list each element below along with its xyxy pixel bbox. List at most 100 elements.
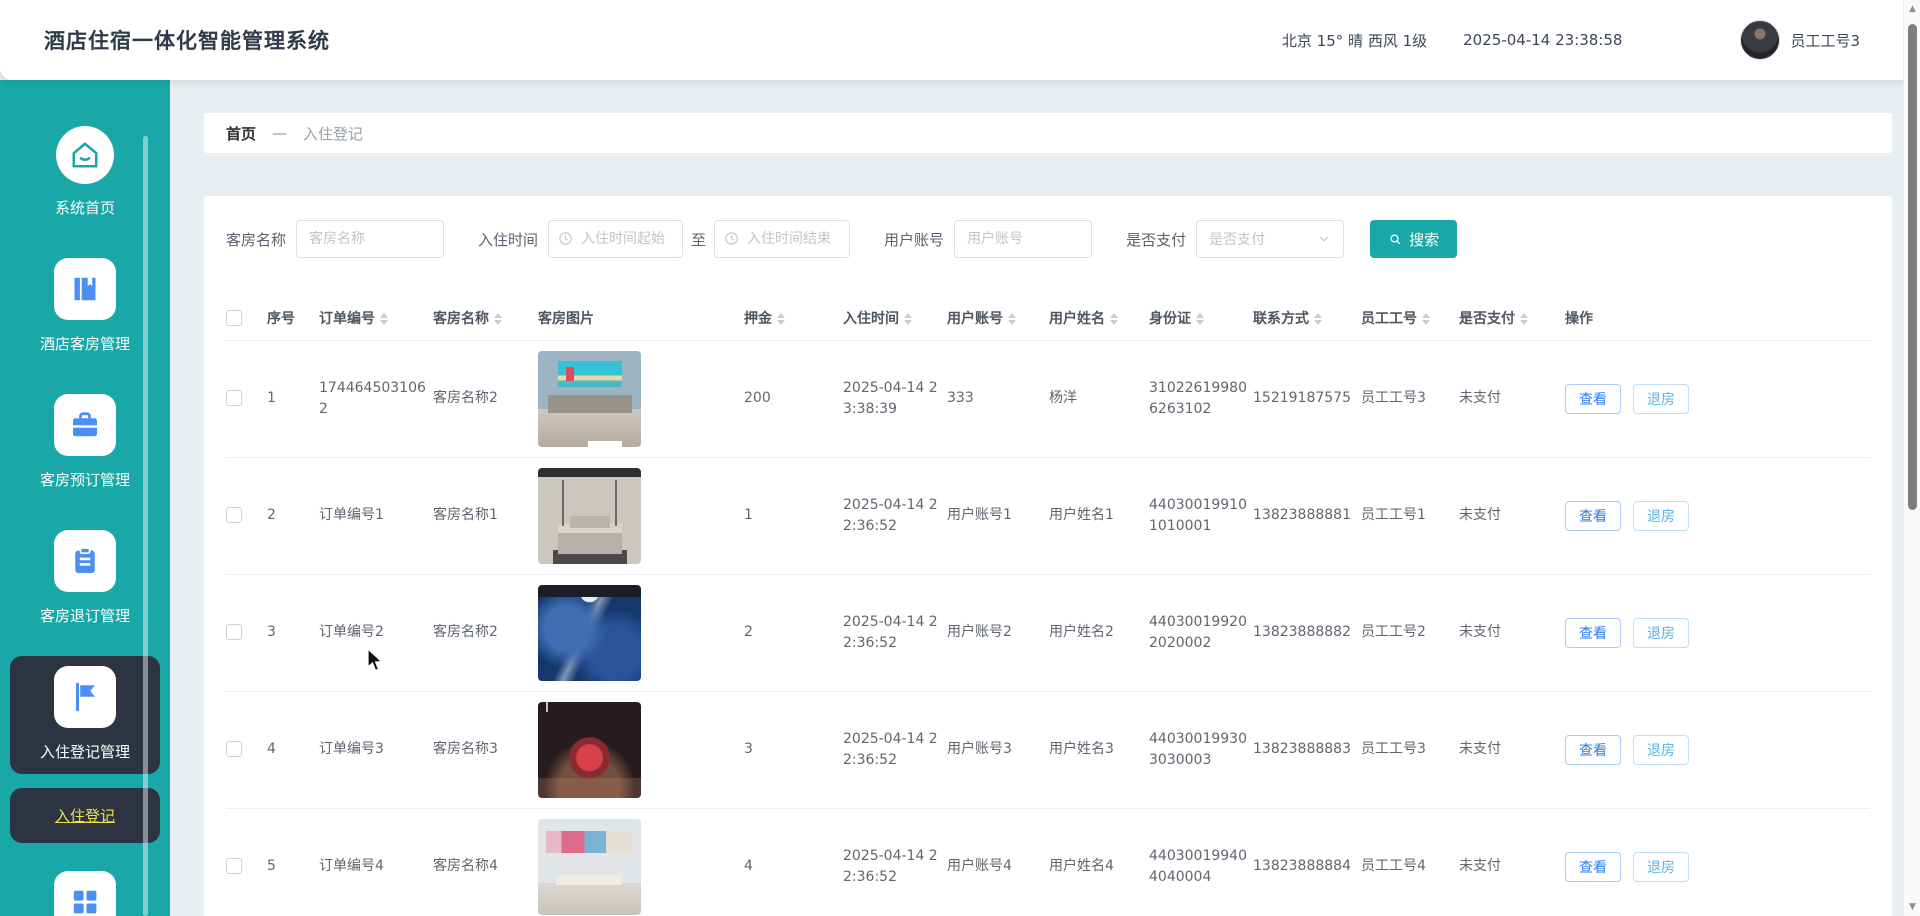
sort-caret-icon[interactable] <box>1196 313 1204 325</box>
table-row: 2订单编号1客房名称112025-04-14 22:36:52用户账号1用户姓名… <box>226 457 1870 574</box>
pay-status-select[interactable]: 是否支付 <box>1196 220 1344 258</box>
row-checkbox[interactable] <box>226 507 242 523</box>
column-header-id_card[interactable]: 身份证 <box>1149 296 1253 340</box>
cell-id_card: 440300199303030003 <box>1149 691 1253 808</box>
breadcrumb-home[interactable]: 首页 <box>226 123 256 144</box>
checkout-button[interactable]: 退房 <box>1633 618 1689 648</box>
column-header-checkin_time[interactable]: 入住时间 <box>843 296 947 340</box>
view-button[interactable]: 查看 <box>1565 852 1621 882</box>
view-button[interactable]: 查看 <box>1565 735 1621 765</box>
cell-staff_no: 员工工号1 <box>1361 457 1459 574</box>
account-input[interactable] <box>954 220 1092 258</box>
column-header-label: 押金 <box>744 311 772 327</box>
sort-caret-icon[interactable] <box>1520 313 1528 325</box>
view-button[interactable]: 查看 <box>1565 501 1621 531</box>
column-header-order_no[interactable]: 订单编号 <box>319 296 433 340</box>
column-header-deposit[interactable]: 押金 <box>744 296 843 340</box>
row-checkbox[interactable] <box>226 624 242 640</box>
column-header-label: 用户姓名 <box>1049 311 1105 327</box>
room-photo-blue-pool[interactable] <box>538 585 641 681</box>
scrollbar-thumb[interactable] <box>1908 24 1917 510</box>
user-avatar[interactable] <box>1740 20 1780 60</box>
cell-id_card: 310226199806263102 <box>1149 340 1253 457</box>
room-photo-pink-art-bedroom[interactable] <box>538 819 641 915</box>
sort-caret-icon[interactable] <box>1314 313 1322 325</box>
sort-caret-icon[interactable] <box>1110 313 1118 325</box>
sidebar-item-room-reservation[interactable]: 客房预订管理 <box>10 384 160 502</box>
row-checkbox-cell <box>226 574 267 691</box>
checkin-end-field[interactable] <box>714 220 850 258</box>
sort-caret-icon[interactable] <box>904 313 912 325</box>
view-button[interactable]: 查看 <box>1565 618 1621 648</box>
column-header-phone[interactable]: 联系方式 <box>1253 296 1361 340</box>
user-name[interactable]: 员工工号3 <box>1790 30 1860 51</box>
sidebar-item-room-cancellation[interactable]: 客房退订管理 <box>10 520 160 638</box>
checkout-button[interactable]: 退房 <box>1633 501 1689 531</box>
checkout-button[interactable]: 退房 <box>1633 735 1689 765</box>
row-checkbox[interactable] <box>226 390 242 406</box>
sidebar-subitem-checkin[interactable]: 入住登记 <box>10 788 160 843</box>
sidebar-item-home[interactable]: 系统首页 <box>10 116 160 230</box>
cell-room_name: 客房名称4 <box>433 808 538 916</box>
column-header-label: 员工工号 <box>1361 311 1417 327</box>
scrollbar-up-arrow[interactable]: ▲ <box>1904 4 1920 14</box>
column-header-pay_status[interactable]: 是否支付 <box>1459 296 1565 340</box>
select-all-checkbox[interactable] <box>226 310 242 326</box>
cell-actions: 查看退房 <box>1565 691 1870 808</box>
cell-pay_status: 未支付 <box>1459 808 1565 916</box>
cell-phone: 13823888884 <box>1253 808 1361 916</box>
cell-photo <box>538 574 744 691</box>
column-header-label: 客房图片 <box>538 311 594 327</box>
checkout-button[interactable]: 退房 <box>1633 852 1689 882</box>
search-button-label: 搜索 <box>1409 229 1439 250</box>
cell-deposit: 4 <box>744 808 843 916</box>
column-header-room_name[interactable]: 客房名称 <box>433 296 538 340</box>
sidebar-item-hotel-room[interactable]: 酒店客房管理 <box>10 248 160 366</box>
cell-phone: 13823888881 <box>1253 457 1361 574</box>
sort-caret-icon[interactable] <box>494 313 502 325</box>
scrollbar-down-arrow[interactable]: ▼ <box>1904 902 1920 912</box>
sidebar-item-checkin-registration[interactable]: 入住登记管理 <box>10 656 160 774</box>
checkin-start-field[interactable] <box>548 220 683 258</box>
checkout-button[interactable]: 退房 <box>1633 384 1689 414</box>
room-photo-red-banquet-room[interactable] <box>538 702 641 798</box>
row-checkbox[interactable] <box>226 858 242 874</box>
grid-icon <box>54 871 116 916</box>
column-header-label: 订单编号 <box>319 311 375 327</box>
chevron-down-icon <box>1317 232 1331 246</box>
sidebar-item-checkout-info[interactable]: 退房信息管理 <box>10 861 160 916</box>
page-scrollbar[interactable]: ▲ ▼ <box>1903 0 1920 916</box>
row-checkbox[interactable] <box>226 741 242 757</box>
search-button[interactable]: 搜索 <box>1370 220 1457 258</box>
checkin-time-label: 入住时间 <box>478 229 538 250</box>
room-photo-modern-gray-bedroom[interactable] <box>538 468 641 564</box>
cell-account: 333 <box>947 340 1049 457</box>
sort-caret-icon[interactable] <box>1008 313 1016 325</box>
cell-username: 用户姓名1 <box>1049 457 1149 574</box>
column-header-account[interactable]: 用户账号 <box>947 296 1049 340</box>
room-name-input[interactable] <box>296 220 444 258</box>
cell-id_card: 440300199404040004 <box>1149 808 1253 916</box>
cell-room_name: 客房名称2 <box>433 574 538 691</box>
column-header-label: 序号 <box>267 311 295 327</box>
app-header: 酒店住宿一体化智能管理系统 北京 15° 晴 西风 1级 2025-04-14 … <box>0 0 1920 80</box>
column-header-staff_no[interactable]: 员工工号 <box>1361 296 1459 340</box>
sidebar-item-label: 系统首页 <box>55 197 115 218</box>
cell-index: 2 <box>267 457 319 574</box>
cell-checkin_time: 2025-04-14 23:38:39 <box>843 340 947 457</box>
cell-actions: 查看退房 <box>1565 574 1870 691</box>
sort-caret-icon[interactable] <box>1422 313 1430 325</box>
sidebar-scrollbar[interactable] <box>143 136 148 916</box>
breadcrumb-separator: — <box>272 124 287 142</box>
sort-caret-icon[interactable] <box>380 313 388 325</box>
sort-caret-icon[interactable] <box>777 313 785 325</box>
view-button[interactable]: 查看 <box>1565 384 1621 414</box>
sidebar-item-label: 酒店客房管理 <box>40 333 130 354</box>
column-header-label: 联系方式 <box>1253 311 1309 327</box>
search-icon <box>1388 232 1403 247</box>
briefcase-icon <box>54 394 116 456</box>
cell-staff_no: 员工工号3 <box>1361 340 1459 457</box>
column-header-username[interactable]: 用户姓名 <box>1049 296 1149 340</box>
room-photo-beach-art-bedroom[interactable] <box>538 351 641 447</box>
cell-actions: 查看退房 <box>1565 457 1870 574</box>
